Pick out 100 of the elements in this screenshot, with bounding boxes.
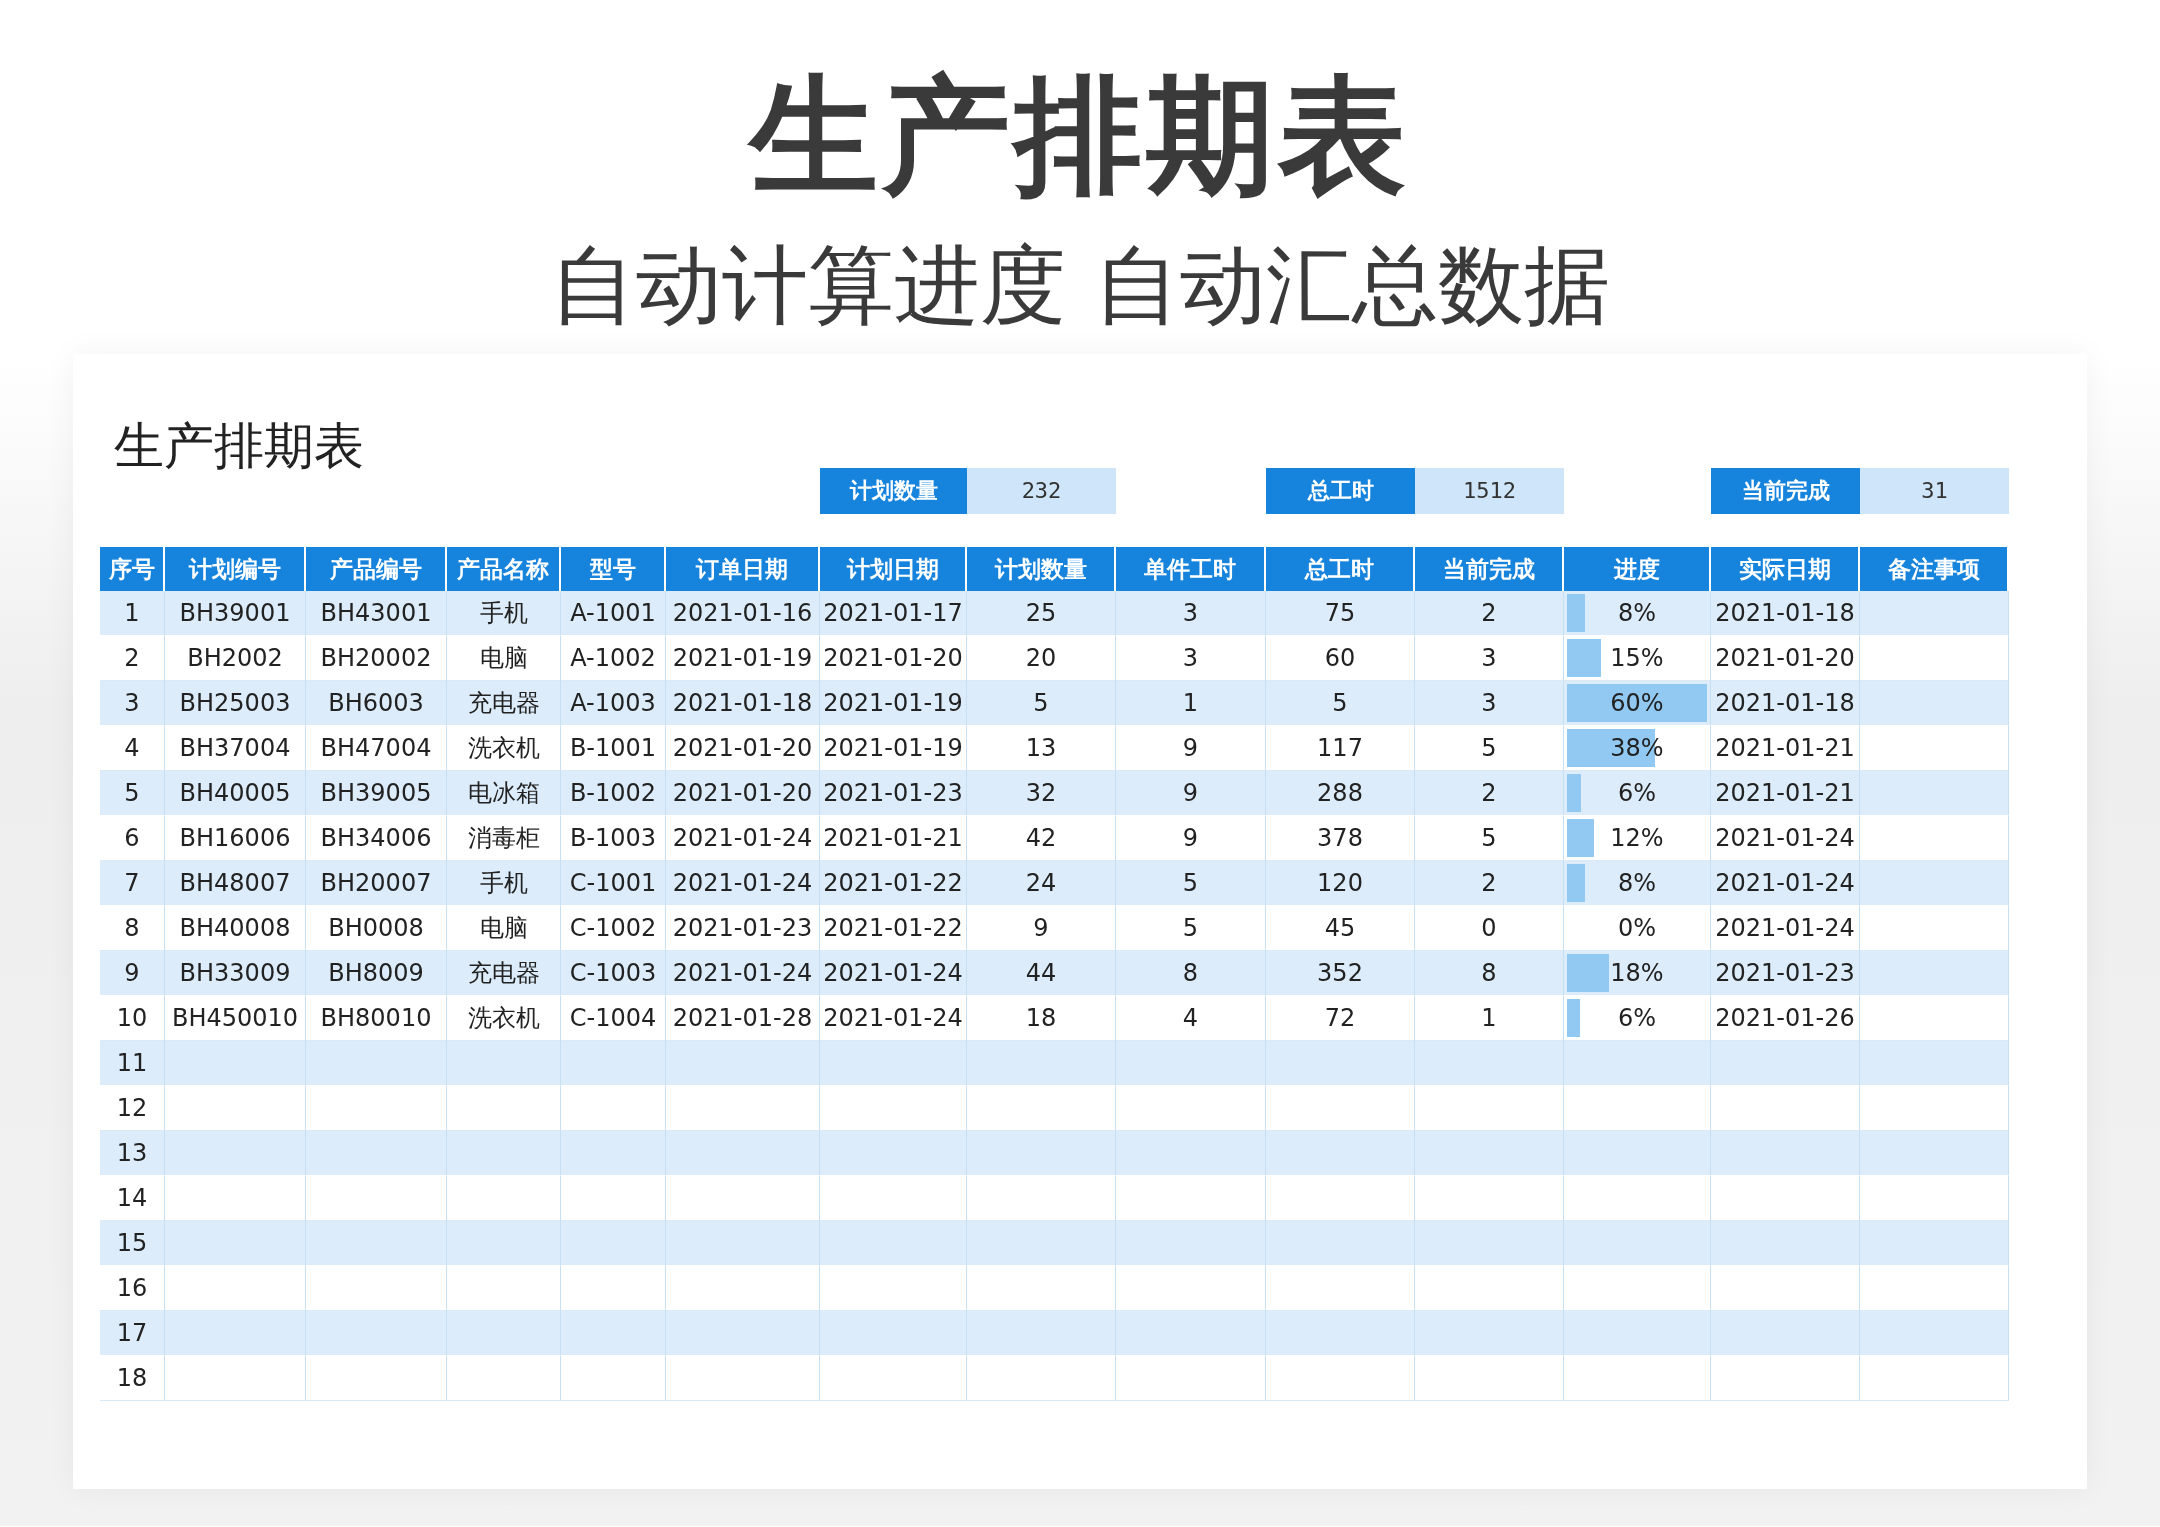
row-number: 14 bbox=[100, 1176, 165, 1221]
table-cell: 2021-01-28 bbox=[666, 996, 820, 1041]
table-cell: BH43001 bbox=[306, 591, 447, 636]
table-cell: 2021-01-19 bbox=[820, 726, 967, 771]
table-cell: 4 bbox=[1116, 996, 1266, 1041]
table-cell: 3 bbox=[1415, 681, 1564, 726]
table-cell: C-1001 bbox=[561, 861, 666, 906]
summary-value: 232 bbox=[967, 468, 1116, 514]
table-cell: 45 bbox=[1266, 906, 1415, 951]
table-cell: 2021-01-24 bbox=[820, 951, 967, 996]
row-number: 12 bbox=[100, 1086, 165, 1131]
column-header: 备注事项 bbox=[1860, 547, 2009, 591]
table-cell: 352 bbox=[1266, 951, 1415, 996]
column-header: 计划数量 bbox=[967, 547, 1116, 591]
table-cell: 2021-01-22 bbox=[820, 861, 967, 906]
table-cell: 5 bbox=[1266, 681, 1415, 726]
column-header: 实际日期 bbox=[1711, 547, 1860, 591]
column-header: 计划编号 bbox=[165, 547, 306, 591]
table-cell: 2 bbox=[1415, 861, 1564, 906]
column-header: 产品名称 bbox=[447, 547, 561, 591]
table-cell: 2021-01-23 bbox=[1711, 951, 1860, 996]
row-number: 3 bbox=[100, 681, 165, 726]
table-cell: 充电器 bbox=[447, 951, 561, 996]
table-cell: 8 bbox=[1415, 951, 1564, 996]
table-cell: 2021-01-24 bbox=[820, 996, 967, 1041]
table-cell: 32 bbox=[967, 771, 1116, 816]
row-number: 10 bbox=[100, 996, 165, 1041]
table-cell: 9 bbox=[1116, 726, 1266, 771]
row-number: 8 bbox=[100, 906, 165, 951]
table-cell: 25 bbox=[967, 591, 1116, 636]
table-cell: BH0008 bbox=[306, 906, 447, 951]
table-cell: 2021-01-18 bbox=[1711, 681, 1860, 726]
table-cell: BH47004 bbox=[306, 726, 447, 771]
table-cell: 洗衣机 bbox=[447, 996, 561, 1041]
row-number: 17 bbox=[100, 1311, 165, 1356]
table-cell: 5 bbox=[967, 681, 1116, 726]
column-header: 单件工时 bbox=[1116, 547, 1266, 591]
table-cell: 1 bbox=[1415, 996, 1564, 1041]
table-cell: 9 bbox=[1116, 771, 1266, 816]
table-cell: 3 bbox=[1116, 636, 1266, 681]
table-cell: BH33009 bbox=[165, 951, 306, 996]
table-cell: 2021-01-21 bbox=[1711, 771, 1860, 816]
table-cell: 2 bbox=[1415, 771, 1564, 816]
table-cell: A-1001 bbox=[561, 591, 666, 636]
table-cell: 2021-01-24 bbox=[1711, 816, 1860, 861]
table-cell: 2021-01-20 bbox=[666, 771, 820, 816]
row-number: 2 bbox=[100, 636, 165, 681]
column-header: 进度 bbox=[1564, 547, 1711, 591]
sheet-title: 生产排期表 bbox=[113, 416, 364, 477]
table-cell: 120 bbox=[1266, 861, 1415, 906]
table-cell: BH8009 bbox=[306, 951, 447, 996]
table-cell: 3 bbox=[1116, 591, 1266, 636]
table-cell: 2021-01-19 bbox=[820, 681, 967, 726]
table-cell: 9 bbox=[967, 906, 1116, 951]
column-header: 序号 bbox=[100, 547, 165, 591]
table-cell: BH39005 bbox=[306, 771, 447, 816]
table-cell: 5 bbox=[1415, 726, 1564, 771]
table-cell: 2021-01-22 bbox=[820, 906, 967, 951]
table-cell: BH20007 bbox=[306, 861, 447, 906]
progress-percent: 60% bbox=[1610, 689, 1664, 717]
table-cell: 2021-01-21 bbox=[820, 816, 967, 861]
table-cell: BH20002 bbox=[306, 636, 447, 681]
table-cell: 2021-01-24 bbox=[1711, 861, 1860, 906]
table-cell: 24 bbox=[967, 861, 1116, 906]
table-cell: 117 bbox=[1266, 726, 1415, 771]
table-cell: 75 bbox=[1266, 591, 1415, 636]
table-cell: B-1003 bbox=[561, 816, 666, 861]
table-cell: B-1002 bbox=[561, 771, 666, 816]
table-cell: 2021-01-18 bbox=[1711, 591, 1860, 636]
progress-percent: 18% bbox=[1610, 959, 1664, 987]
column-header: 产品编号 bbox=[306, 547, 447, 591]
table-cell: 0 bbox=[1415, 906, 1564, 951]
progress-percent: 15% bbox=[1610, 644, 1664, 672]
table-cell: BH37004 bbox=[165, 726, 306, 771]
table-cell: 2021-01-18 bbox=[666, 681, 820, 726]
column-header: 型号 bbox=[561, 547, 666, 591]
table-cell: C-1002 bbox=[561, 906, 666, 951]
row-number: 9 bbox=[100, 951, 165, 996]
table-cell: 42 bbox=[967, 816, 1116, 861]
row-number: 1 bbox=[100, 591, 165, 636]
table-cell: 2021-01-20 bbox=[820, 636, 967, 681]
table-cell: 2021-01-24 bbox=[666, 861, 820, 906]
table-cell: 电脑 bbox=[447, 906, 561, 951]
table-cell: 20 bbox=[967, 636, 1116, 681]
table-cell: 3 bbox=[1415, 636, 1564, 681]
table-cell: 2021-01-23 bbox=[820, 771, 967, 816]
table-cell: 8 bbox=[1116, 951, 1266, 996]
row-number: 13 bbox=[100, 1131, 165, 1176]
table-cell: 60 bbox=[1266, 636, 1415, 681]
row-number: 6 bbox=[100, 816, 165, 861]
table-cell: 44 bbox=[967, 951, 1116, 996]
table-cell: 2021-01-21 bbox=[1711, 726, 1860, 771]
table-cell: 洗衣机 bbox=[447, 726, 561, 771]
row-number: 11 bbox=[100, 1041, 165, 1086]
summary-label: 计划数量 bbox=[820, 468, 967, 514]
table-cell: 电冰箱 bbox=[447, 771, 561, 816]
column-header: 总工时 bbox=[1266, 547, 1415, 591]
table-cell: BH48007 bbox=[165, 861, 306, 906]
table-cell: 手机 bbox=[447, 591, 561, 636]
table-cell: BH40008 bbox=[165, 906, 306, 951]
